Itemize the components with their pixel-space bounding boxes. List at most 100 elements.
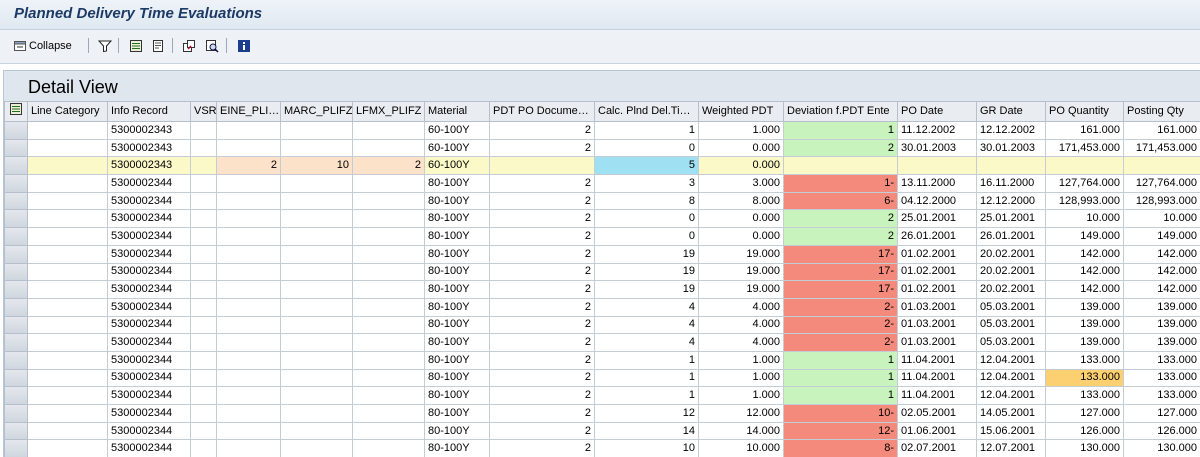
cell-weighted-pdt[interactable]: 19.000 — [698, 280, 784, 299]
cell-info-record[interactable]: 5300002344 — [107, 280, 191, 299]
cell-calc-plnd-del-time[interactable]: 3 — [594, 174, 699, 193]
cell-vsr[interactable] — [190, 209, 217, 229]
cell-marc-plifz[interactable] — [280, 280, 353, 299]
cell-gr-date[interactable]: 05.03.2001 — [976, 315, 1046, 335]
cell-info-record[interactable]: 5300002343 — [107, 138, 191, 158]
cell-info-record[interactable]: 5300002344 — [107, 333, 191, 352]
cell-pdt-po-document[interactable]: 2 — [489, 138, 595, 158]
cell-posting-qty[interactable]: 10.000 — [1123, 209, 1200, 229]
cell-gr-date[interactable]: 12.12.2000 — [976, 191, 1046, 211]
row-selector[interactable] — [4, 368, 28, 388]
cell-deviation[interactable]: 1 — [783, 350, 898, 370]
cell-marc-plifz[interactable] — [280, 174, 353, 193]
cell-eine-plifz[interactable] — [216, 138, 281, 158]
cell-po-quantity[interactable]: 171,453.000 — [1045, 138, 1124, 158]
column-header-po-quantity[interactable]: PO Quantity — [1045, 101, 1124, 122]
row-selector-button[interactable] — [5, 317, 27, 333]
cell-gr-date[interactable]: 12.07.2001 — [976, 439, 1046, 457]
cell-eine-plifz[interactable] — [216, 386, 281, 405]
cell-material[interactable]: 60-100Y — [424, 121, 490, 140]
cell-material[interactable]: 60-100Y — [424, 138, 490, 158]
export-button[interactable] — [182, 37, 196, 55]
cell-lfmx-plifz[interactable] — [352, 138, 425, 158]
cell-calc-plnd-del-time[interactable]: 8 — [594, 191, 699, 211]
cell-info-record[interactable]: 5300002344 — [107, 368, 191, 388]
cell-line-category[interactable] — [27, 386, 108, 405]
cell-line-category[interactable] — [27, 404, 108, 423]
cell-gr-date[interactable]: 20.02.2001 — [976, 262, 1046, 282]
cell-lfmx-plifz[interactable] — [352, 368, 425, 388]
cell-lfmx-plifz[interactable] — [352, 404, 425, 423]
cell-eine-plifz[interactable] — [216, 244, 281, 264]
cell-vsr[interactable] — [190, 297, 217, 317]
cell-deviation[interactable] — [783, 156, 898, 176]
cell-po-date[interactable]: 25.01.2001 — [897, 209, 977, 229]
cell-posting-qty[interactable]: 142.000 — [1123, 262, 1200, 282]
cell-weighted-pdt[interactable]: 1.000 — [698, 350, 784, 370]
cell-po-quantity[interactable]: 133.000 — [1045, 368, 1124, 388]
cell-line-category[interactable] — [27, 333, 108, 352]
cell-po-date[interactable]: 13.11.2000 — [897, 174, 977, 193]
cell-weighted-pdt[interactable]: 8.000 — [698, 191, 784, 211]
cell-pdt-po-document[interactable]: 2 — [489, 350, 595, 370]
cell-po-quantity[interactable]: 133.000 — [1045, 350, 1124, 370]
row-selector-button[interactable] — [5, 370, 27, 386]
cell-lfmx-plifz[interactable] — [352, 227, 425, 246]
cell-material[interactable]: 80-100Y — [424, 297, 490, 317]
cell-eine-plifz[interactable] — [216, 191, 281, 211]
column-header-po-date[interactable]: PO Date — [897, 101, 977, 122]
cell-info-record[interactable]: 5300002344 — [107, 209, 191, 229]
column-header-calc-plnd-del-time[interactable]: Calc. Plnd Del.Ti… — [594, 101, 699, 122]
cell-po-date[interactable]: 11.04.2001 — [897, 368, 977, 388]
cell-po-quantity[interactable]: 127.000 — [1045, 404, 1124, 423]
cell-posting-qty[interactable]: 171,453.000 — [1123, 138, 1200, 158]
cell-info-record[interactable]: 5300002343 — [107, 121, 191, 140]
cell-gr-date[interactable]: 12.04.2001 — [976, 368, 1046, 388]
cell-po-date[interactable]: 01.03.2001 — [897, 333, 977, 352]
row-selector-button[interactable] — [5, 405, 27, 422]
cell-info-record[interactable]: 5300002344 — [107, 386, 191, 405]
cell-po-quantity[interactable]: 139.000 — [1045, 297, 1124, 317]
cell-vsr[interactable] — [190, 368, 217, 388]
cell-pdt-po-document[interactable]: 2 — [489, 244, 595, 264]
cell-pdt-po-document[interactable]: 2 — [489, 121, 595, 140]
cell-gr-date[interactable] — [976, 156, 1046, 176]
cell-pdt-po-document[interactable]: 2 — [489, 439, 595, 457]
cell-calc-plnd-del-time[interactable]: 19 — [594, 244, 699, 264]
cell-po-date[interactable]: 30.01.2003 — [897, 138, 977, 158]
cell-deviation[interactable]: 17- — [783, 280, 898, 299]
row-selector-button[interactable] — [5, 140, 27, 156]
cell-weighted-pdt[interactable]: 19.000 — [698, 262, 784, 282]
cell-weighted-pdt[interactable]: 4.000 — [698, 333, 784, 352]
cell-posting-qty[interactable]: 149.000 — [1123, 227, 1200, 246]
cell-vsr[interactable] — [190, 439, 217, 457]
cell-material[interactable]: 80-100Y — [424, 191, 490, 211]
row-selector[interactable] — [4, 439, 28, 457]
cell-material[interactable]: 80-100Y — [424, 368, 490, 388]
cell-po-date[interactable]: 02.07.2001 — [897, 439, 977, 457]
cell-eine-plifz[interactable] — [216, 421, 281, 441]
table-row[interactable]: 5300002343 60-100Y 2 0 0.000 2 30.01.2003 30.01… — [4, 138, 1200, 158]
cell-marc-plifz[interactable] — [280, 315, 353, 335]
cell-marc-plifz[interactable] — [280, 121, 353, 140]
cell-marc-plifz[interactable] — [280, 404, 353, 423]
cell-po-date[interactable]: 11.12.2002 — [897, 121, 977, 140]
cell-posting-qty[interactable]: 139.000 — [1123, 333, 1200, 352]
cell-calc-plnd-del-time[interactable]: 14 — [594, 421, 699, 441]
row-selector-button[interactable] — [5, 299, 27, 316]
cell-pdt-po-document[interactable]: 2 — [489, 174, 595, 193]
column-header-posting-qty[interactable]: Posting Qty — [1123, 101, 1200, 122]
table-row[interactable]: 5300002344 80-100Y 2 14 14.000 12- 01.06.2001 1… — [4, 421, 1200, 441]
cell-material[interactable]: 80-100Y — [424, 262, 490, 282]
cell-pdt-po-document[interactable]: 2 — [489, 404, 595, 423]
cell-posting-qty[interactable]: 133.000 — [1123, 386, 1200, 405]
cell-material[interactable]: 80-100Y — [424, 244, 490, 264]
select-all-cell[interactable] — [4, 101, 28, 122]
table-row[interactable]: 5300002344 80-100Y 2 3 3.000 1- 13.11.2000 16.1… — [4, 174, 1200, 193]
cell-info-record[interactable]: 5300002344 — [107, 315, 191, 335]
table-row[interactable]: 5300002344 80-100Y 2 0 0.000 2 26.01.2001 26.01… — [4, 227, 1200, 246]
cell-po-quantity[interactable]: 127,764.000 — [1045, 174, 1124, 193]
cell-posting-qty[interactable]: 139.000 — [1123, 315, 1200, 335]
cell-po-quantity[interactable]: 149.000 — [1045, 227, 1124, 246]
cell-eine-plifz[interactable] — [216, 280, 281, 299]
